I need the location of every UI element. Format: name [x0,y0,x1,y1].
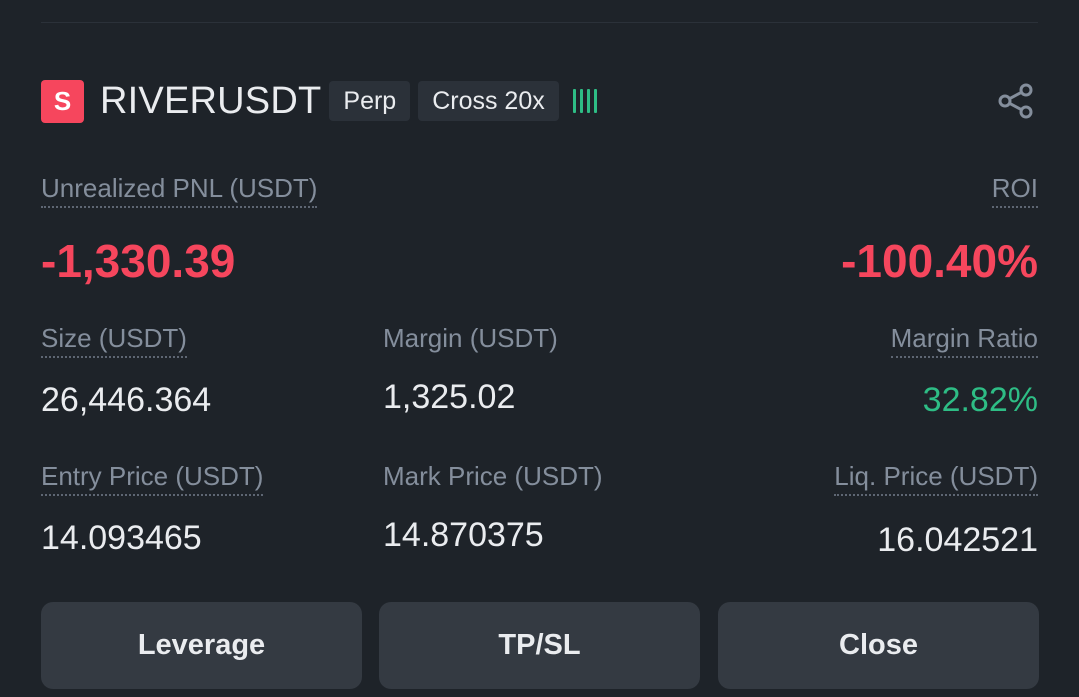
pnl-block: Unrealized PNL (USDT) [41,174,318,208]
pnl-label[interactable]: Unrealized PNL (USDT) [41,174,318,208]
entry-price-block: Entry Price (USDT) [41,462,264,496]
roi-value: -100.40% [841,235,1038,287]
margin-value: 1,325.02 [383,378,516,416]
share-icon[interactable] [994,79,1038,123]
entry-price-label[interactable]: Entry Price (USDT) [41,462,264,496]
margin-ratio-label[interactable]: Margin Ratio [890,324,1038,358]
mark-price-block: Mark Price (USDT) [383,462,603,496]
pnl-value: -1,330.39 [41,235,236,287]
liq-price-label[interactable]: Liq. Price (USDT) [834,462,1038,496]
roi-label[interactable]: ROI [991,174,1038,208]
size-value: 26,446.364 [41,381,212,419]
margin-mode-tag[interactable]: Cross 20x [418,81,559,121]
size-label[interactable]: Size (USDT) [41,324,187,358]
mark-price-label: Mark Price (USDT) [383,461,603,491]
mark-price-value: 14.870375 [383,516,544,554]
margin-block: Margin (USDT) [383,324,558,358]
size-block: Size (USDT) [41,324,187,358]
symbol-name[interactable]: RIVERUSDT [100,80,321,123]
tpsl-button[interactable]: TP/SL [379,602,700,689]
leverage-button[interactable]: Leverage [41,602,362,689]
symbol-badge-icon: S [41,79,84,123]
risk-level-icon [572,86,597,116]
roi-block: ROI [991,174,1038,208]
liq-price-value: 16.042521 [877,521,1038,559]
margin-ratio-block: Margin Ratio [890,324,1038,358]
top-divider [41,22,1038,23]
position-header: S RIVERUSDT Perp Cross 20x [41,79,1038,123]
entry-price-value: 14.093465 [41,519,202,557]
contract-type-tag: Perp [329,81,411,121]
margin-label: Margin (USDT) [383,323,558,353]
liq-price-block: Liq. Price (USDT) [834,462,1038,496]
close-position-button[interactable]: Close [718,602,1039,689]
margin-ratio-value: 32.82% [922,381,1038,419]
